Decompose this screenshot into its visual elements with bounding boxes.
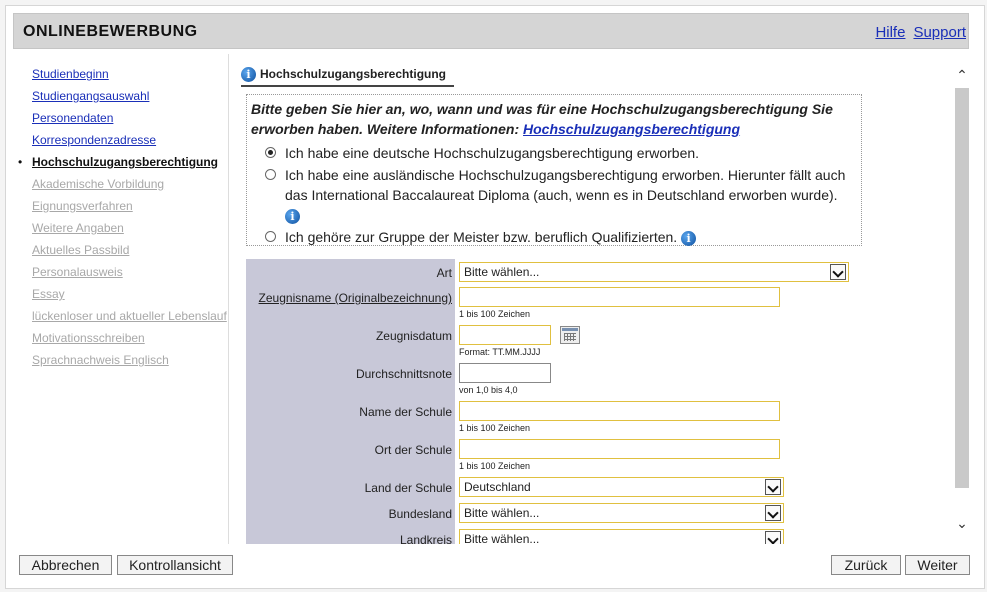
sidebar-item-label: Studienbeginn xyxy=(32,67,109,81)
intro-box: Bitte geben Sie hier an, wo, wann und wa… xyxy=(246,94,862,246)
sidebar-item-label: Aktuelles Passbild xyxy=(32,243,130,257)
sidebar-item-label: lückenloser und aktueller Lebenslauf xyxy=(32,309,227,323)
sidebar-item-label: Personendaten xyxy=(32,111,114,125)
content-scrollbar[interactable]: ⌃ ⌄ xyxy=(955,66,969,536)
land-select[interactable]: Deutschland xyxy=(459,477,784,497)
overview-button[interactable]: Kontrollansicht xyxy=(117,555,233,575)
sidebar-item-label: Eignungsverfahren xyxy=(32,199,133,213)
sidebar-item-personalausweis: Personalausweis xyxy=(16,264,230,286)
header-links: Hilfe Support xyxy=(867,24,966,41)
landkreis-select[interactable]: Bitte wählen... xyxy=(459,529,784,544)
art-select[interactable]: Bitte wählen... xyxy=(459,262,849,282)
option-deutsch[interactable]: Ich habe eine deutsche Hochschulzugangsb… xyxy=(265,143,861,163)
app-title: ONLINEBEWERBUNG xyxy=(23,23,198,40)
zeugnisdatum-label: Zeugnisdatum xyxy=(375,329,452,343)
zeugnisdatum-hint: Format: TT.MM.JJJJ xyxy=(459,347,541,357)
option-meister-label: Ich gehöre zur Gruppe der Meister bzw. b… xyxy=(285,229,678,245)
intro-info-link[interactable]: Hochschulzugangsberechtigung xyxy=(523,121,740,137)
sidebar-item-lückenloser-und-aktueller-lebenslauf: lückenloser und aktueller Lebenslauf xyxy=(16,308,230,330)
info-icon-auslaendisch[interactable]: i xyxy=(285,209,300,225)
sidebar-item-weitere-angaben: Weitere Angaben xyxy=(16,220,230,242)
landkreis-label: Landkreis xyxy=(399,533,452,544)
next-button[interactable]: Weiter xyxy=(905,555,970,575)
schulname-hint: 1 bis 100 Zeichen xyxy=(459,423,531,433)
sidebar-item-studienbeginn[interactable]: Studienbeginn xyxy=(16,66,230,88)
step-navigation: Studienbeginn Studiengangsauswahl Personen… xyxy=(16,66,230,374)
back-button[interactable]: Zurück xyxy=(831,555,901,575)
schulort-input[interactable] xyxy=(459,439,780,459)
sidebar-item-label: Hochschulzugangsberechtigung xyxy=(32,155,219,169)
scroll-thumb[interactable] xyxy=(955,88,969,488)
current-step-bullet: • xyxy=(18,155,23,169)
sidebar-item-label: Korrespondenzadresse xyxy=(32,133,157,147)
landkreis-select-value: Bitte wählen... xyxy=(464,532,540,544)
sidebar-item-label: Weitere Angaben xyxy=(32,221,124,235)
info-icon: i xyxy=(241,66,256,82)
chevron-down-icon xyxy=(765,479,781,495)
sidebar-item-label: Sprachnachweis Englisch xyxy=(32,353,169,367)
art-select-value: Bitte wählen... xyxy=(464,265,540,279)
bundesland-select[interactable]: Bitte wählen... xyxy=(459,503,784,523)
durchschnittsnote-hint: von 1,0 bis 4,0 xyxy=(459,385,518,395)
app-header: ONLINEBEWERBUNG Hilfe Support xyxy=(13,13,969,49)
bundesland-select-value: Bitte wählen... xyxy=(464,506,540,520)
sidebar-item-hochschulzugangsberechtigung: • Hochschulzugangsberechtigung xyxy=(16,154,230,176)
sidebar-item-personendaten[interactable]: Personendaten xyxy=(16,110,230,132)
sidebar-item-label: Personalausweis xyxy=(32,265,123,279)
durchschnittsnote-input[interactable] xyxy=(459,363,551,383)
option-meister[interactable]: Ich gehöre zur Gruppe der Meister bzw. b… xyxy=(265,227,861,247)
sidebar-item-eignungsverfahren: Eignungsverfahren xyxy=(16,198,230,220)
schulname-input[interactable] xyxy=(459,401,780,421)
land-select-value: Deutschland xyxy=(464,480,531,494)
land-label: Land der Schule xyxy=(364,481,452,495)
sidebar-item-sprachnachweis-englisch: Sprachnachweis Englisch xyxy=(16,352,230,374)
tab-hochschulzugangsberechtigung[interactable]: i Hochschulzugangsberechtigung xyxy=(241,63,455,87)
sidebar-item-studiengangsauswahl[interactable]: Studiengangsauswahl xyxy=(16,88,230,110)
art-label: Art xyxy=(436,266,452,280)
schulort-hint: 1 bis 100 Zeichen xyxy=(459,461,531,471)
chevron-down-icon xyxy=(830,264,846,280)
chevron-up-icon[interactable]: ⌃ xyxy=(955,66,969,84)
intro-text: Bitte geben Sie hier an, wo, wann und wa… xyxy=(251,99,857,139)
support-link[interactable]: Support xyxy=(913,24,966,41)
radio-deutsch[interactable] xyxy=(265,147,276,158)
help-link[interactable]: Hilfe xyxy=(875,24,905,41)
sidebar-item-aktuelles-passbild: Aktuelles Passbild xyxy=(16,242,230,264)
chevron-down-icon xyxy=(765,531,781,544)
chevron-down-icon xyxy=(765,505,781,521)
cancel-button[interactable]: Abbrechen xyxy=(19,555,112,575)
zeugnisdatum-input[interactable] xyxy=(459,325,551,345)
sidebar-item-essay: Essay xyxy=(16,286,230,308)
schulname-label: Name der Schule xyxy=(359,405,452,419)
chevron-down-icon[interactable]: ⌄ xyxy=(955,514,969,532)
sidebar-item-label: Akademische Vorbildung xyxy=(32,177,165,191)
info-icon-meister[interactable]: i xyxy=(681,230,697,246)
option-auslaendisch-label: Ich habe eine ausländische Hochschulzuga… xyxy=(285,167,846,203)
option-deutsch-label: Ich habe eine deutsche Hochschulzugangsb… xyxy=(285,145,700,161)
zeugnisname-input[interactable] xyxy=(459,287,780,307)
option-auslaendisch[interactable]: Ich habe eine ausländische Hochschulzuga… xyxy=(265,165,861,225)
sidebar-item-korrespondenzadresse[interactable]: Korrespondenzadresse xyxy=(16,132,230,154)
durchschnittsnote-label: Durchschnittsnote xyxy=(355,367,452,381)
radio-auslaendisch[interactable] xyxy=(265,169,276,180)
tab-label: Hochschulzugangsberechtigung xyxy=(260,67,447,81)
main-content: i Hochschulzugangsberechtigung Bitte geb… xyxy=(228,54,971,544)
hzb-form: Art Bitte wählen... Zeugnisname (Origina… xyxy=(246,259,860,544)
sidebar-item-label: Essay xyxy=(32,287,65,301)
sidebar-item-label: Studiengangsauswahl xyxy=(32,89,150,103)
zeugnisname-label: Zeugnisname (Originalbezeichnung) xyxy=(258,291,452,305)
sidebar-item-label: Motivationsschreiben xyxy=(32,331,145,345)
calendar-icon[interactable] xyxy=(560,326,580,344)
schulort-label: Ort der Schule xyxy=(374,443,452,457)
bundesland-label: Bundesland xyxy=(388,507,452,521)
radio-meister[interactable] xyxy=(265,231,276,242)
sidebar-item-motivationsschreiben: Motivationsschreiben xyxy=(16,330,230,352)
sidebar-item-akademische-vorbildung: Akademische Vorbildung xyxy=(16,176,230,198)
zeugnisname-hint: 1 bis 100 Zeichen xyxy=(459,309,531,319)
